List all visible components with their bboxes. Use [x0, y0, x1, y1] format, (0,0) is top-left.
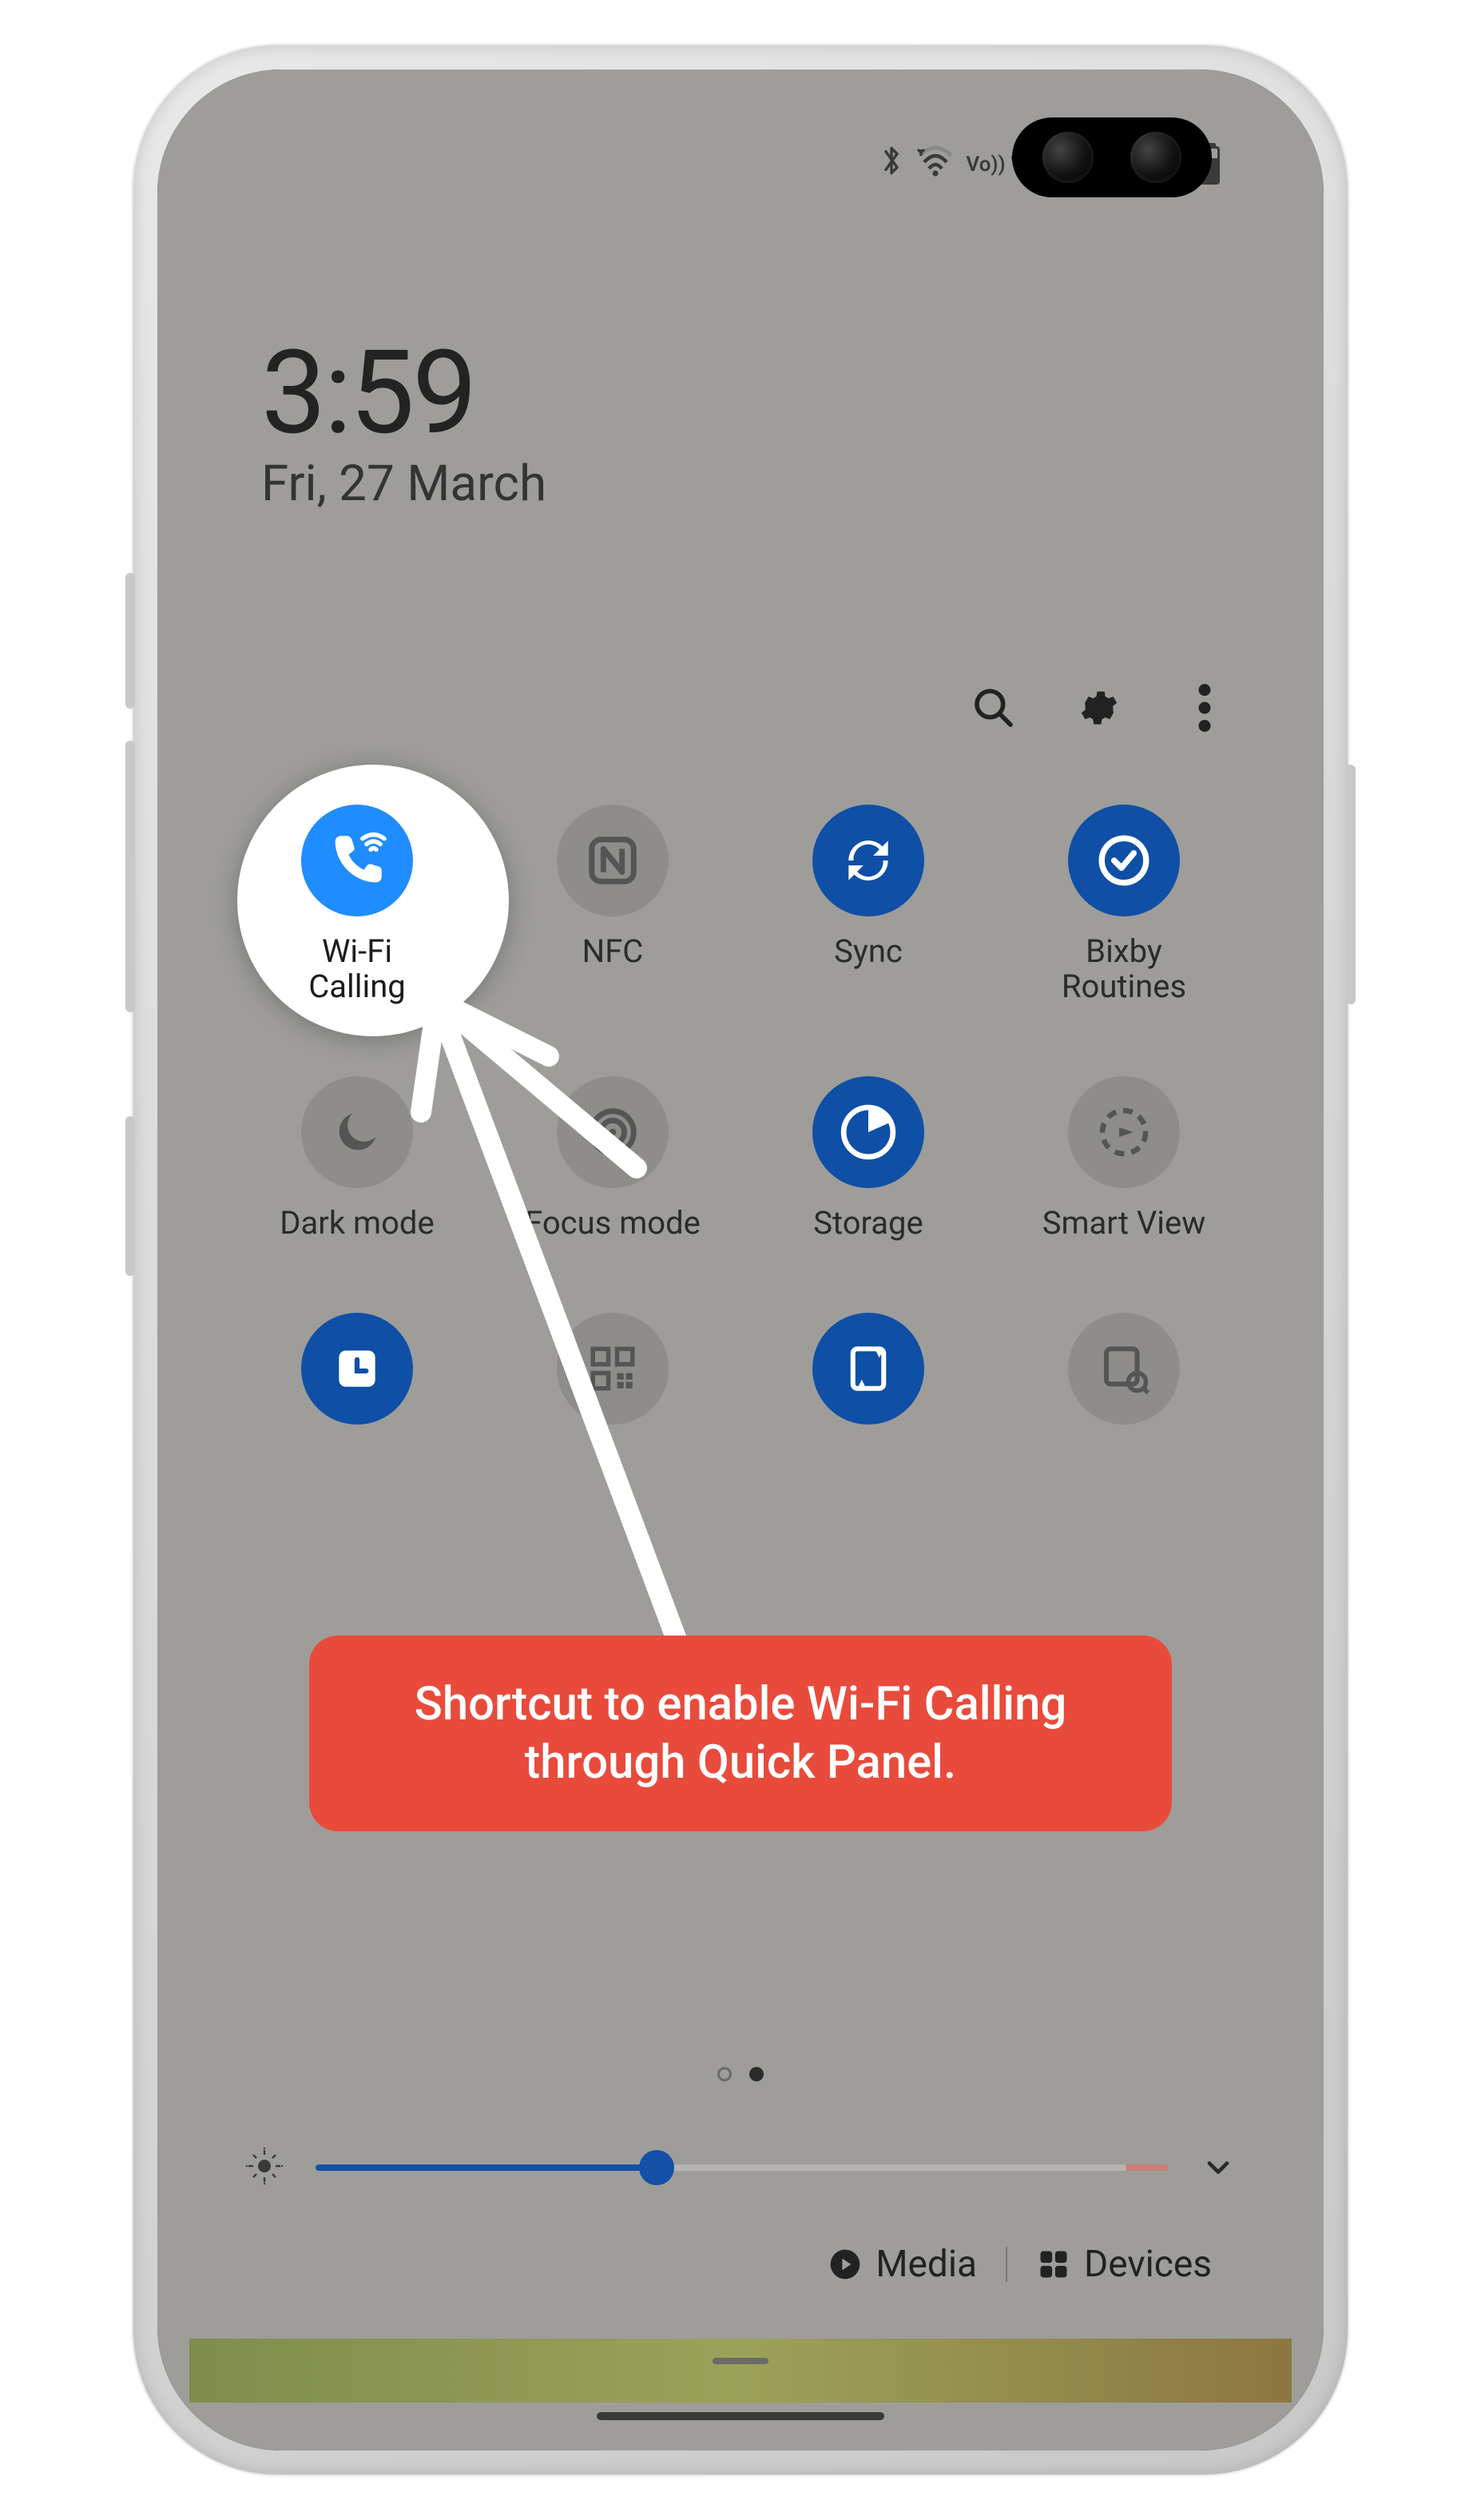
tile-label: Storage [813, 1206, 923, 1241]
quick-panel-actions [971, 685, 1228, 731]
camera-cutout [1012, 117, 1212, 197]
dark-mode-icon [301, 1076, 413, 1188]
sync-icon [812, 805, 924, 916]
volume-down-button[interactable] [125, 741, 135, 1012]
clock-tile-icon [301, 1313, 413, 1425]
front-camera-1 [1042, 132, 1094, 183]
bixby-button[interactable] [125, 1116, 135, 1276]
storage-icon [812, 1076, 924, 1188]
secure-folder-icon [812, 1313, 924, 1425]
tile-bixby-routines[interactable]: Bixby Routines [1012, 805, 1236, 1004]
qr-code-icon [557, 1313, 669, 1425]
tile-qr-code[interactable] [501, 1313, 725, 1425]
focus-mode-icon [557, 1076, 669, 1188]
phone-screen: Vo)) WiFi1 72% 3:59 Fri, 27 March [157, 70, 1324, 2450]
brightness-slider[interactable] [316, 2164, 1169, 2171]
power-button[interactable] [1346, 765, 1356, 1004]
tile-storage[interactable]: Storage [756, 1076, 980, 1241]
clock-date: Fri, 27 March [261, 455, 546, 513]
quick-panel-clock: 3:59 Fri, 27 March [261, 325, 546, 513]
settings-button[interactable] [1076, 685, 1122, 731]
tile-label: Sync [834, 934, 903, 969]
bottom-controls: Media Devices [157, 2243, 1324, 2286]
tile-sync[interactable]: Sync [756, 805, 980, 1004]
smart-view-icon [1068, 1076, 1180, 1188]
brightness-slider-row [245, 2147, 1236, 2188]
phone-frame: Vo)) WiFi1 72% 3:59 Fri, 27 March [133, 46, 1348, 2474]
tile-label: Focus mode [525, 1206, 701, 1241]
tile-clock[interactable] [245, 1313, 469, 1425]
page-dot-1[interactable] [717, 2067, 732, 2081]
tile-label: Dark mode [280, 1206, 434, 1241]
search-button[interactable] [971, 685, 1017, 731]
media-button[interactable]: Media [828, 2243, 977, 2286]
tile-dark-mode[interactable]: Dark mode [245, 1076, 469, 1241]
brightness-thumb[interactable] [639, 2150, 674, 2185]
panel-handle[interactable] [713, 2358, 768, 2364]
navigation-bar[interactable] [597, 2412, 884, 2420]
quick-tiles-grid: Wi-Fi Calling NFC Sync Bixby Routines [245, 805, 1236, 1425]
wifi-calling-icon [301, 805, 413, 916]
tile-label: Bixby Routines [1062, 934, 1186, 1004]
tile-nfc[interactable]: NFC [501, 805, 725, 1004]
tile-nearby-share[interactable] [1012, 1313, 1236, 1425]
media-label: Media [875, 2243, 977, 2286]
nearby-share-icon [1068, 1313, 1180, 1425]
clock-time: 3:59 [261, 325, 546, 461]
page-dot-2[interactable] [749, 2067, 764, 2081]
wallpaper-strip [189, 2339, 1292, 2403]
devices-label: Devices [1084, 2243, 1212, 2286]
bluetooth-icon [878, 141, 905, 189]
devices-button[interactable]: Devices [1036, 2243, 1212, 2286]
tile-label: NFC [582, 934, 644, 969]
expand-brightness-button[interactable] [1201, 2150, 1236, 2185]
tile-label: Wi-Fi Calling [308, 934, 406, 1004]
divider [1006, 2247, 1007, 2282]
volume-up-button[interactable] [125, 573, 135, 709]
wifi-icon [916, 145, 955, 185]
tile-focus-mode[interactable]: Focus mode [501, 1076, 725, 1241]
brightness-icon [245, 2147, 284, 2188]
bixby-routines-icon [1068, 805, 1180, 916]
nfc-icon [557, 805, 669, 916]
front-camera-2 [1130, 132, 1181, 183]
page-indicator [157, 2067, 1324, 2081]
tile-wifi-calling[interactable]: Wi-Fi Calling [245, 805, 469, 1004]
more-button[interactable] [1181, 685, 1228, 731]
annotation-text: Shortcut to enable Wi-Fi Calling through… [415, 1677, 1067, 1790]
tile-smart-view[interactable]: Smart View [1012, 1076, 1236, 1241]
tile-secure-folder[interactable] [756, 1313, 980, 1425]
annotation-bubble: Shortcut to enable Wi-Fi Calling through… [309, 1636, 1172, 1831]
tile-label: Smart View [1042, 1206, 1206, 1241]
